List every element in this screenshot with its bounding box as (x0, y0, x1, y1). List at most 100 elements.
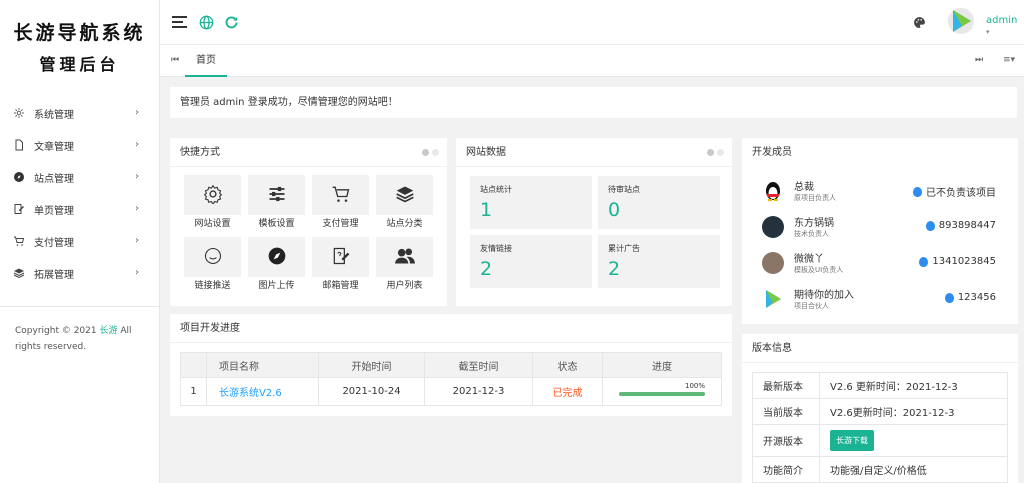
download-button[interactable]: 长游下载 (830, 430, 874, 451)
stat-value: 2 (480, 258, 493, 280)
member-contact[interactable]: 123456 (944, 292, 996, 303)
globe-icon[interactable] (198, 14, 214, 30)
avatar (762, 252, 784, 274)
member-contact[interactable]: 1341023845 (919, 256, 996, 267)
status-badge: 已完成 (532, 377, 603, 406)
stat-value: 1 (480, 199, 493, 221)
member-row: 微微丫 模板及UI负责人 1341023845 (762, 250, 1002, 280)
sidebar-item-system[interactable]: 系统管理 › (0, 97, 159, 129)
stat-site-count[interactable]: 站点统计 1 (470, 176, 592, 229)
shortcut-image-upload[interactable]: 图片上传 (248, 237, 305, 297)
version-value: 功能强/自定义/价格低 (819, 456, 1008, 483)
col-header: 截至时间 (424, 352, 533, 378)
qq-icon (925, 220, 935, 231)
sidebar-item-label: 单页管理 (34, 205, 74, 217)
sidebar-item-extensions[interactable]: 拓展管理 › (0, 257, 159, 289)
edit-page-icon (331, 246, 351, 269)
sidebar-item-articles[interactable]: 文章管理 › (0, 129, 159, 161)
tab-home[interactable]: 首页 (185, 45, 227, 77)
sidebar-item-sites[interactable]: 站点管理 › (0, 161, 159, 193)
member-contact[interactable]: 893898447 (925, 220, 996, 231)
table-row: 1 长游系统V2.6 2021-10-24 2021-12-3 已完成 100% (180, 377, 722, 406)
member-role: 原项目负责人 (794, 194, 836, 202)
layers-icon (395, 184, 415, 207)
qq-penguin-avatar (762, 180, 784, 202)
qq-icon (944, 292, 954, 303)
shortcut-user-list[interactable]: 用户列表 (376, 237, 433, 297)
version-key: 功能简介 (752, 456, 820, 483)
tab-scroll-left-icon[interactable]: ⏮ (171, 55, 179, 65)
menu-toggle-icon[interactable] (171, 14, 187, 30)
stat-total-ads[interactable]: 累计广告 2 (598, 235, 720, 288)
member-name: 总裁 (794, 182, 814, 193)
cart-icon (331, 184, 351, 207)
stat-label: 累计广告 (608, 244, 640, 253)
stat-friend-links[interactable]: 友情链接 2 (470, 235, 592, 288)
sidebar: 长游导航系统 管理后台 系统管理 › 文章管理 › 站点管理 › 单页管理 › … (0, 0, 160, 483)
theme-palette-icon[interactable] (911, 14, 927, 30)
col-index (180, 352, 207, 378)
stat-label: 待审站点 (608, 185, 640, 194)
stat-value: 2 (608, 258, 621, 280)
stat-pending-sites[interactable]: 待审站点 0 (598, 176, 720, 229)
cart-icon (13, 235, 25, 247)
sidebar-item-label: 拓展管理 (34, 269, 74, 281)
contact-text: 123456 (957, 292, 996, 303)
member-row: 总裁 原项目负责人 已不负责该项目 (762, 178, 1002, 208)
version-card: 版本信息 最新版本 V2.6 更新时间：2021-12-3 当前版本 V2.6更… (742, 334, 1018, 483)
user-menu[interactable]: admin ▾ (986, 15, 1024, 37)
end-date: 2021-12-3 (424, 377, 533, 406)
progress-bar: 100% (619, 382, 705, 396)
sidebar-item-label: 站点管理 (34, 173, 74, 185)
copyright: Copyright © 2021 长游 All rights reserved. (15, 323, 150, 355)
tab-scroll-right-icon[interactable]: ⏭ (975, 55, 983, 65)
shortcut-mailbox[interactable]: 邮箱管理 (312, 237, 369, 297)
sidebar-item-payment[interactable]: 支付管理 › (0, 225, 159, 257)
member-row: 东方锅锅 技术负责人 893898447 (762, 214, 1002, 244)
smile-icon (203, 246, 223, 269)
shortcut-label: 链接推送 (194, 281, 231, 291)
progress-table: 项目名称 开始时间 截至时间 状态 进度 1 长游系统V2.6 2021-10-… (180, 352, 722, 406)
member-name: 期待你的加入 (794, 290, 854, 301)
start-date: 2021-10-24 (318, 377, 425, 406)
member-role: 技术负责人 (794, 230, 829, 238)
avatar[interactable] (946, 6, 976, 38)
version-value: 长游下载 (819, 424, 1008, 457)
shortcut-label: 网站设置 (194, 219, 231, 229)
document-icon (13, 139, 25, 151)
sidebar-divider (0, 306, 159, 307)
sidebar-item-label: 文章管理 (34, 141, 74, 153)
carousel-dots[interactable] (422, 149, 439, 156)
qq-icon (913, 186, 922, 197)
col-header: 进度 (602, 352, 722, 378)
col-header: 开始时间 (318, 352, 425, 378)
version-value: V2.6更新时间：2021-12-3 (819, 398, 1008, 425)
version-key: 最新版本 (752, 372, 820, 399)
edit-page-icon (13, 203, 25, 215)
progress-fill (619, 391, 705, 396)
card-title: 开发成员 (742, 138, 1018, 167)
app-logo: 长游导航系统 管理后台 (0, 0, 159, 93)
shortcut-site-category[interactable]: 站点分类 (376, 175, 433, 235)
member-contact[interactable]: 已不负责该项目 (913, 184, 996, 199)
shortcut-site-settings[interactable]: 网站设置 (184, 175, 241, 235)
top-header: admin ▾ (160, 0, 1024, 44)
version-value: V2.6 更新时间：2021-12-3 (819, 372, 1008, 399)
shortcut-template-settings[interactable]: 模板设置 (248, 175, 305, 235)
stat-value: 0 (608, 199, 621, 221)
sidebar-item-pages[interactable]: 单页管理 › (0, 193, 159, 225)
tab-options-icon[interactable]: ≡▾ (1003, 55, 1015, 65)
table-row: 当前版本 V2.6更新时间：2021-12-3 (752, 398, 1008, 425)
member-role: 项目合伙人 (794, 302, 829, 310)
carousel-dots[interactable] (707, 149, 724, 156)
sliders-icon (267, 184, 287, 207)
table-header-row: 项目名称 开始时间 截至时间 状态 进度 (180, 352, 722, 378)
copyright-link[interactable]: 长游 (99, 326, 117, 336)
shortcut-link-push[interactable]: 链接推送 (184, 237, 241, 297)
shortcuts-card: 快捷方式 网站设置 模板设置 支付管理 站点分类 链接推送 图片上传 邮箱管理 … (170, 138, 447, 306)
team-card: 开发成员 总裁 原项目负责人 已不负责该项目 东方锅锅 技术负责人 893898… (742, 138, 1018, 324)
shortcut-payment[interactable]: 支付管理 (312, 175, 369, 235)
project-name-link[interactable]: 长游系统V2.6 (206, 377, 319, 406)
refresh-icon[interactable] (223, 14, 239, 30)
progress-card: 项目开发进度 项目名称 开始时间 截至时间 状态 进度 1 长游系统V2.6 2… (170, 314, 732, 416)
